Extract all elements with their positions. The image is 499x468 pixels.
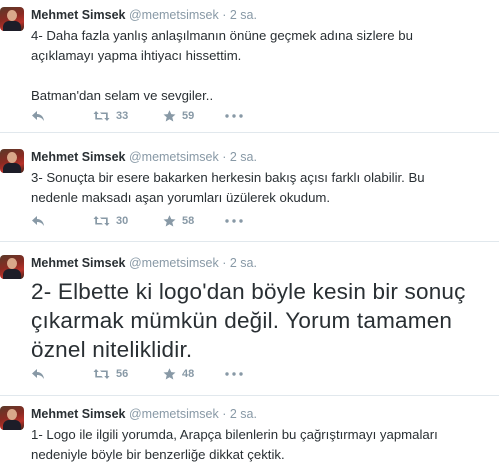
tweet-line: öznel niteliklidir. — [31, 337, 193, 362]
more-dots-icon — [225, 219, 243, 223]
tweet-text: 2- Elbette ki logo'dan böyle kesin bir s… — [31, 277, 489, 364]
tweet[interactable]: Mehmet Simsek @memetsimsek · 2 sa. 2- El… — [0, 242, 499, 396]
tweet-line: çıkarmak mümkün değil. Yorum tamamen — [31, 308, 453, 333]
favorite-count: 59 — [182, 110, 195, 122]
tweet-text: 1- Logo ile ilgili yorumda, Arapça bilen… — [31, 425, 489, 465]
tweet-text: 3- Sonuçta bir esere bakarken herkesin b… — [31, 168, 489, 208]
tweet-header: Mehmet Simsek @memetsimsek · 2 sa. — [31, 150, 257, 164]
tweet-actions: 33 59 — [31, 107, 245, 125]
tweet-line: nedenle maksadı aşan yorumları üzülerek … — [31, 190, 331, 205]
more-button[interactable] — [225, 114, 245, 118]
tweet-actions: 30 58 — [31, 212, 245, 230]
retweet-icon — [93, 369, 110, 379]
retweet-count: 30 — [116, 215, 129, 227]
tweet-line: 3- Sonuçta bir esere bakarken herkesin b… — [31, 170, 425, 185]
favorite-button[interactable]: 58 — [163, 215, 225, 227]
retweet-button[interactable]: 56 — [93, 368, 163, 380]
reply-icon — [32, 111, 44, 121]
reply-icon — [32, 216, 44, 226]
tweet-actions: 56 48 — [31, 365, 245, 383]
tweet-time[interactable]: · 2 sa. — [222, 150, 257, 164]
favorite-button[interactable]: 59 — [163, 110, 225, 122]
author-name[interactable]: Mehmet Simsek — [31, 150, 125, 164]
tweet-line — [31, 66, 489, 86]
favorite-count: 58 — [182, 215, 195, 227]
author-name[interactable]: Mehmet Simsek — [31, 256, 125, 270]
avatar[interactable] — [0, 7, 24, 31]
tweet-line: nedeniyle böyle bir benzerliğe dikkat çe… — [31, 447, 285, 462]
tweet-header: Mehmet Simsek @memetsimsek · 2 sa. — [31, 256, 257, 270]
author-name[interactable]: Mehmet Simsek — [31, 407, 125, 421]
avatar[interactable] — [0, 149, 24, 173]
tweet-line: 2- Elbette ki logo'dan böyle kesin bir s… — [31, 279, 466, 304]
retweet-button[interactable]: 30 — [93, 215, 163, 227]
author-name[interactable]: Mehmet Simsek — [31, 8, 125, 22]
reply-button[interactable] — [31, 110, 93, 122]
tweet-time[interactable]: · 2 sa. — [222, 407, 257, 421]
tweet-time[interactable]: · 2 sa. — [222, 8, 257, 22]
star-icon — [163, 215, 176, 227]
author-handle[interactable]: @memetsimsek — [129, 150, 219, 164]
tweet[interactable]: Mehmet Simsek @memetsimsek · 2 sa. 1- Lo… — [0, 396, 499, 468]
retweet-count: 33 — [116, 110, 129, 122]
tweet-time[interactable]: · 2 sa. — [222, 256, 257, 270]
tweet-text: 4- Daha fazla yanlış anlaşılmanın önüne … — [31, 26, 489, 106]
reply-button[interactable] — [31, 215, 93, 227]
tweet-line: Batman'dan selam ve sevgiler.. — [31, 88, 214, 103]
retweet-count: 56 — [116, 368, 129, 380]
tweet-header: Mehmet Simsek @memetsimsek · 2 sa. — [31, 407, 257, 421]
tweet-line: 1- Logo ile ilgili yorumda, Arapça bilen… — [31, 427, 438, 442]
reply-button[interactable] — [31, 368, 93, 380]
author-handle[interactable]: @memetsimsek — [129, 407, 219, 421]
favorite-button[interactable]: 48 — [163, 368, 225, 380]
avatar[interactable] — [0, 255, 24, 279]
author-handle[interactable]: @memetsimsek — [129, 256, 219, 270]
star-icon — [163, 110, 176, 122]
avatar[interactable] — [0, 406, 24, 430]
reply-icon — [32, 369, 44, 379]
retweet-button[interactable]: 33 — [93, 110, 163, 122]
retweet-icon — [93, 216, 110, 226]
author-handle[interactable]: @memetsimsek — [129, 8, 219, 22]
tweet[interactable]: Mehmet Simsek @memetsimsek · 2 sa. 4- Da… — [0, 0, 499, 133]
tweet-line: 4- Daha fazla yanlış anlaşılmanın önüne … — [31, 28, 413, 43]
retweet-icon — [93, 111, 110, 121]
favorite-count: 48 — [182, 368, 195, 380]
more-button[interactable] — [225, 219, 245, 223]
more-dots-icon — [225, 114, 243, 118]
more-dots-icon — [225, 372, 243, 376]
star-icon — [163, 368, 176, 380]
more-button[interactable] — [225, 372, 245, 376]
tweet[interactable]: Mehmet Simsek @memetsimsek · 2 sa. 3- So… — [0, 133, 499, 242]
tweet-header: Mehmet Simsek @memetsimsek · 2 sa. — [31, 8, 257, 22]
tweet-line: açıklamayı yapma ihtiyacı hissettim. — [31, 48, 242, 63]
